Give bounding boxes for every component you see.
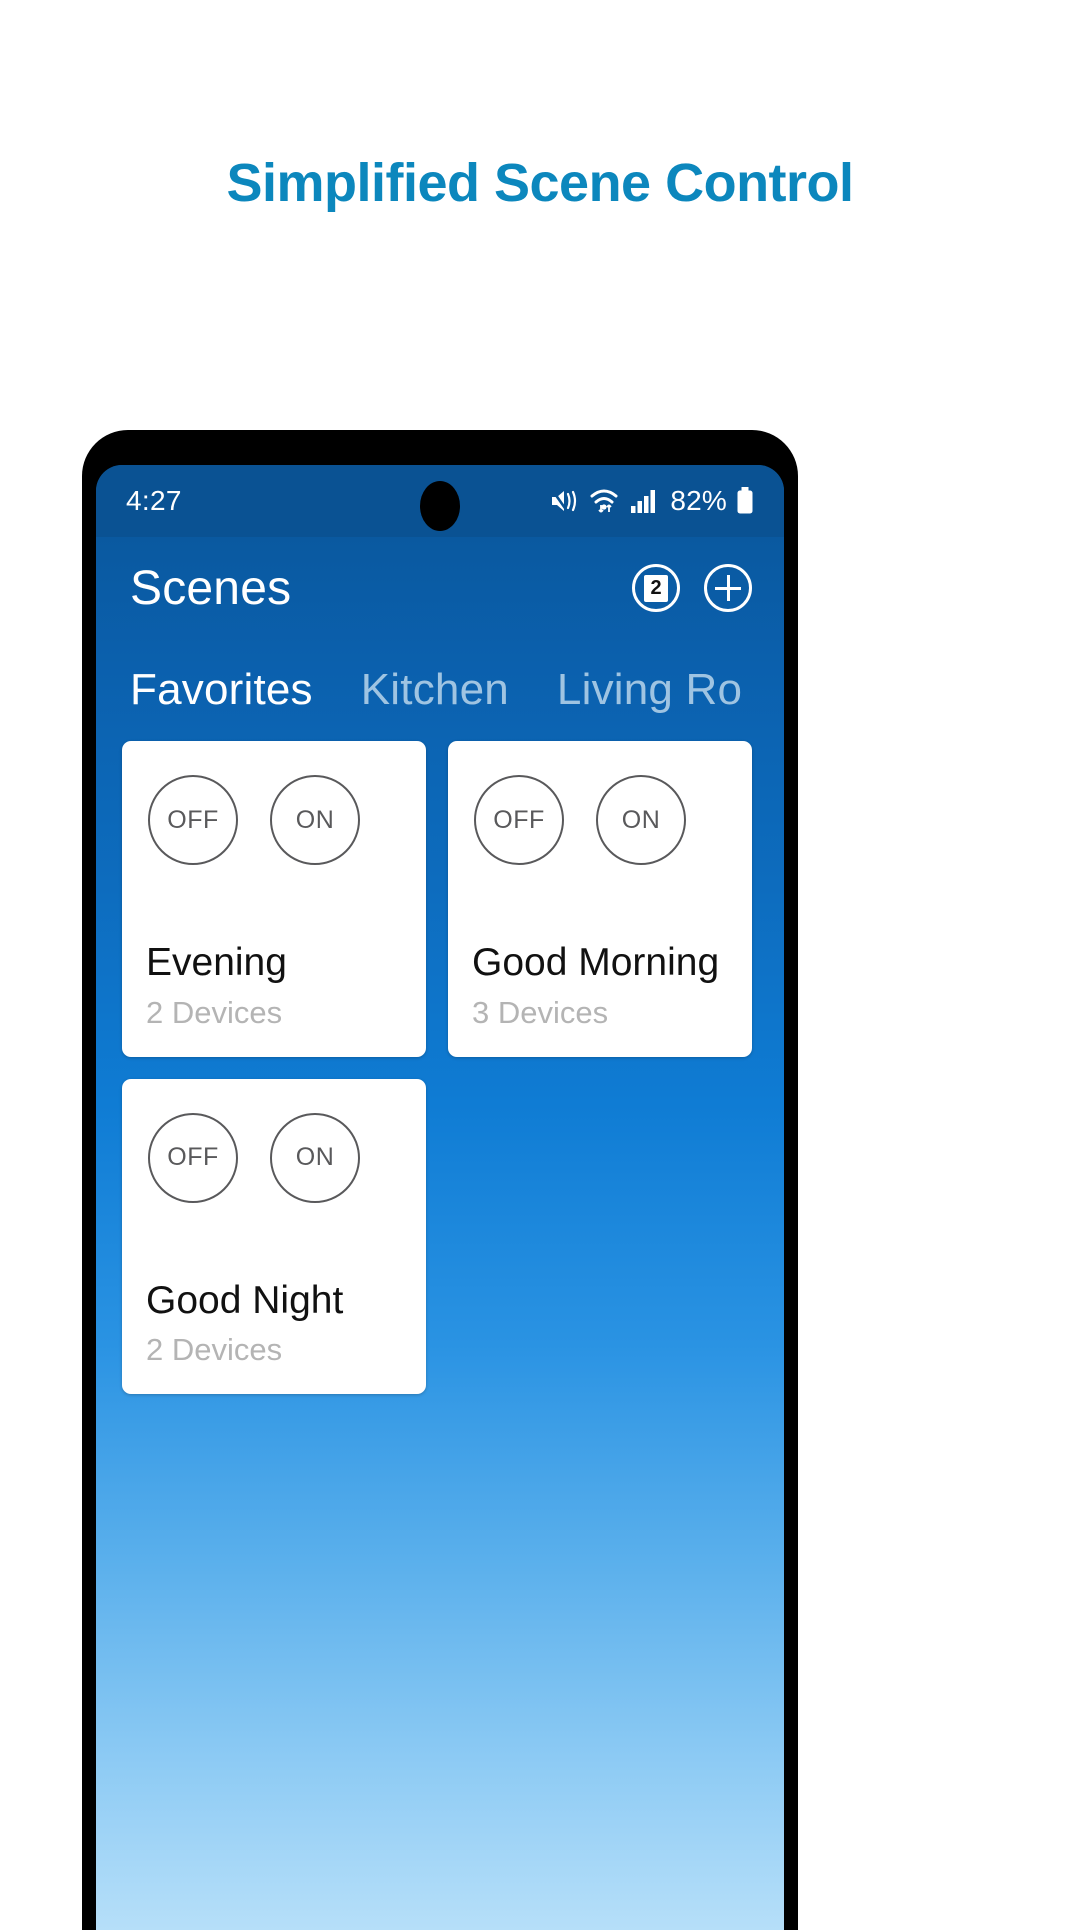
- mute-vibrate-icon: [550, 488, 580, 514]
- scene-off-button[interactable]: OFF: [474, 775, 564, 865]
- scene-on-button[interactable]: ON: [270, 1112, 360, 1203]
- scene-toggle-row: OFF ON: [146, 1112, 402, 1203]
- battery-icon: [736, 487, 754, 515]
- scene-on-button[interactable]: ON: [270, 775, 360, 865]
- scene-name: Evening: [146, 941, 287, 984]
- scene-toggle-row: OFF ON: [472, 775, 728, 865]
- scene-count-button[interactable]: 2: [632, 564, 680, 612]
- scene-card-good-night[interactable]: OFF ON Good Night 2 Devices: [122, 1078, 426, 1395]
- plus-icon-cross: [715, 586, 741, 590]
- page-title: Simplified Scene Control: [226, 153, 854, 213]
- scene-card-row: OFF ON Evening 2 Devices OFF ON Good Mor…: [122, 741, 758, 1057]
- cellular-signal-icon: [630, 488, 658, 514]
- tab-living-room[interactable]: Living Ro: [557, 665, 742, 715]
- add-scene-button[interactable]: [704, 564, 752, 612]
- tab-favorites[interactable]: Favorites: [130, 665, 313, 715]
- tab-kitchen[interactable]: Kitchen: [361, 665, 509, 715]
- scene-card-evening[interactable]: OFF ON Evening 2 Devices: [122, 741, 426, 1057]
- scene-count-badge: 2: [644, 574, 668, 602]
- camera-punch-hole: [420, 481, 460, 531]
- card-spacer: [472, 865, 728, 941]
- wifi-icon: [589, 488, 621, 514]
- tab-bar[interactable]: Favorites Kitchen Living Ro: [96, 639, 784, 741]
- app-bar-actions: 2: [632, 564, 752, 612]
- scene-on-button[interactable]: ON: [596, 775, 686, 865]
- card-spacer: [146, 1203, 402, 1279]
- scene-device-count: 2 Devices: [146, 1332, 283, 1368]
- scene-name: Good Night: [146, 1278, 344, 1322]
- app-bar: Scenes 2: [96, 537, 784, 639]
- card-spacer: [146, 865, 402, 941]
- scene-device-count: 3 Devices: [472, 994, 609, 1030]
- scene-toggle-row: OFF ON: [146, 775, 402, 865]
- phone-screen: 4:27 82% Scenes 2 Favorites Kitchen Livi…: [96, 465, 784, 1930]
- scene-card-row: OFF ON Good Night 2 Devices: [122, 1078, 758, 1395]
- app-title: Scenes: [130, 561, 292, 615]
- status-time: 4:27: [126, 485, 182, 516]
- scene-name: Good Morning: [472, 941, 720, 984]
- scene-device-count: 2 Devices: [146, 994, 283, 1030]
- scene-off-button[interactable]: OFF: [148, 1112, 238, 1203]
- battery-percent-label: 82%: [670, 485, 727, 516]
- scene-cards-grid: OFF ON Evening 2 Devices OFF ON Good Mor…: [96, 741, 784, 1416]
- scene-card-good-morning[interactable]: OFF ON Good Morning 3 Devices: [448, 741, 752, 1057]
- status-icons: 82%: [550, 485, 754, 517]
- scene-off-button[interactable]: OFF: [148, 775, 238, 865]
